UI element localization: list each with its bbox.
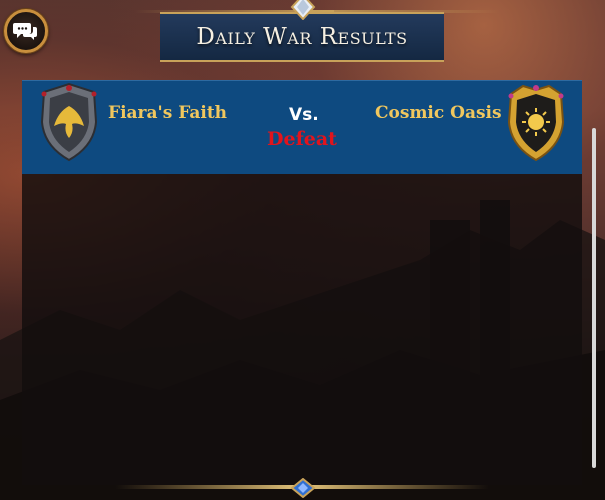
versus-label: Vs. [289,105,319,125]
winged-phoenix-crest-icon [40,82,98,162]
diamond-gem-icon [290,0,316,20]
match-outcome: Defeat [267,128,337,150]
chat-bubbles-icon [13,23,37,40]
blue-gem-icon [290,478,316,498]
team-left-name: Fiara's Faith [108,103,228,123]
sun-crest-icon [507,84,565,162]
team-right-name: Cosmic Oasis [375,103,502,123]
match-result-header [22,80,582,174]
chat-button[interactable] [4,9,48,53]
page-title: Daily War Results [196,24,408,50]
scrollbar[interactable] [592,128,596,468]
